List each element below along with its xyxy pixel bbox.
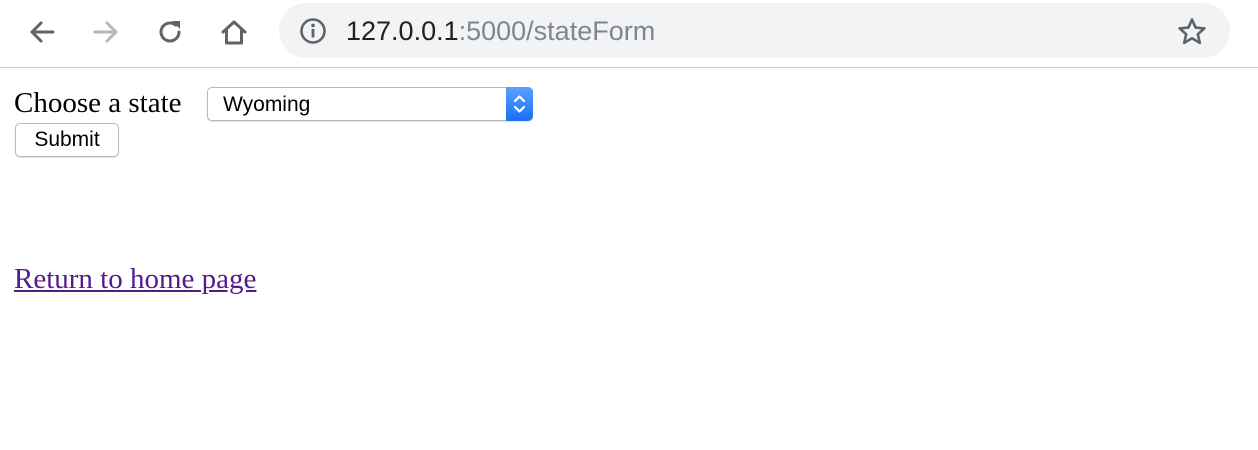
star-icon[interactable] (1176, 16, 1208, 48)
url-text[interactable]: 127.0.0.1:5000/stateForm (346, 15, 655, 47)
reload-icon (159, 21, 181, 43)
home-button[interactable] (216, 14, 252, 50)
url-host: 127.0.0.1 (346, 16, 459, 46)
state-label: Choose a state (14, 87, 182, 119)
state-select[interactable]: Wyoming (207, 87, 533, 121)
back-arrow-icon (30, 21, 55, 43)
url-path: :5000/stateForm (458, 16, 656, 46)
up-down-chevron-icon (513, 95, 526, 113)
forward-button[interactable] (88, 14, 124, 50)
address-bar[interactable]: 127.0.0.1:5000/stateForm (279, 3, 1230, 58)
info-icon[interactable] (299, 17, 327, 45)
page-content: Choose a state Wyoming Submit Return to … (0, 69, 1258, 450)
return-home-link[interactable]: Return to home page (14, 262, 256, 296)
forward-arrow-icon (93, 21, 118, 43)
state-select-value: Wyoming (223, 93, 311, 116)
reload-button[interactable] (152, 14, 188, 50)
browser-toolbar: 127.0.0.1:5000/stateForm (0, 0, 1258, 68)
back-button[interactable] (24, 14, 60, 50)
home-icon (221, 20, 247, 45)
select-stepper[interactable] (506, 87, 533, 121)
submit-button[interactable]: Submit (15, 123, 119, 157)
